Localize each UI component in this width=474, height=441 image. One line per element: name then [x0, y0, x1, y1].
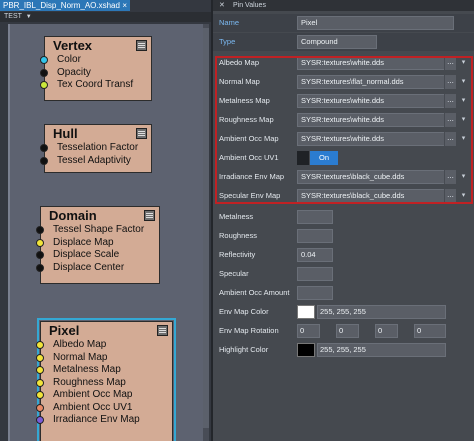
port-ambient-occ-map[interactable]: Ambient Occ Map	[36, 389, 172, 402]
file-tab-label: PBR_IBL_Disp_Norm_AO.xshad	[3, 1, 120, 10]
port-dot[interactable]	[40, 56, 48, 64]
port-displace-scale[interactable]: Displace Scale	[36, 249, 159, 262]
pixel-node-title: Pixel	[49, 323, 80, 338]
port-dot[interactable]	[40, 68, 48, 77]
node-menu-icon[interactable]	[157, 325, 168, 336]
type-field: Compound	[297, 35, 377, 49]
color-swatch[interactable]	[297, 343, 315, 357]
vertex-node[interactable]: Vertex Color Opacity Tex Coord Transf	[40, 36, 152, 101]
graph-tab[interactable]: TEST ▼	[0, 12, 211, 22]
roughness-label: Roughness	[219, 231, 257, 240]
pin-values-header: ✕ Pin Values	[213, 0, 474, 11]
port-dot[interactable]	[36, 238, 44, 247]
port-displace-center[interactable]: Displace Center	[36, 262, 159, 275]
port-normal-map[interactable]: Normal Map	[36, 352, 172, 365]
rotation-z-field[interactable]: 0	[375, 324, 398, 338]
graph-left-border	[8, 24, 10, 441]
specular-row: Specular	[213, 265, 474, 283]
port-roughness-map[interactable]: Roughness Map	[36, 377, 172, 390]
port-dot[interactable]	[36, 378, 44, 387]
port-dot[interactable]	[36, 391, 44, 399]
reflectivity-field[interactable]: 0.04	[297, 248, 333, 262]
port-color[interactable]: Color	[40, 54, 151, 67]
port-dot[interactable]	[36, 226, 44, 234]
port-tessel-shape-factor[interactable]: Tessel Shape Factor	[36, 224, 159, 237]
reflectivity-label: Reflectivity	[219, 250, 256, 259]
port-tessel-adaptivity[interactable]: Tessel Adaptivity	[40, 155, 151, 168]
ambient-occ-amount-label: Ambient Occ Amount	[219, 288, 290, 297]
port-dot[interactable]	[40, 156, 48, 165]
port-opacity[interactable]: Opacity	[40, 67, 151, 80]
close-icon[interactable]: ✕	[219, 0, 225, 11]
rotation-w-field[interactable]: 0	[414, 324, 446, 338]
port-dot[interactable]	[36, 341, 44, 349]
domain-node[interactable]: Domain Tessel Shape Factor Displace Map …	[36, 206, 160, 284]
port-dot[interactable]	[40, 144, 48, 152]
env-map-color-field[interactable]: 255, 255, 255	[317, 305, 446, 319]
highlight-color-label: Highlight Color	[219, 345, 269, 354]
name-row: Name Pixel	[213, 14, 474, 32]
metalness-label: Metalness	[219, 212, 254, 221]
graph-scrollbar-thumb[interactable]	[203, 28, 209, 428]
metalness-row: Metalness	[213, 208, 474, 226]
ambient-occ-amount-field[interactable]	[297, 286, 333, 300]
port-displace-map[interactable]: Displace Map	[36, 237, 159, 250]
color-swatch[interactable]	[297, 305, 315, 319]
highlight-color-row: Highlight Color 255, 255, 255	[213, 341, 474, 359]
port-irradiance-env-map[interactable]: Irradiance Env Map	[36, 414, 172, 427]
file-tab[interactable]: PBR_IBL_Disp_Norm_AO.xshad ×	[0, 0, 130, 11]
domain-node-title: Domain	[49, 208, 97, 223]
port-tex-coord-transf[interactable]: Tex Coord Transf	[40, 79, 151, 92]
highlight-color-field[interactable]: 255, 255, 255	[317, 343, 446, 357]
name-label: Name	[219, 18, 240, 27]
chevron-down-icon[interactable]: ▼	[26, 12, 32, 22]
close-icon[interactable]: ×	[122, 0, 127, 11]
hull-node[interactable]: Hull Tesselation Factor Tessel Adaptivit…	[40, 124, 152, 173]
name-field[interactable]: Pixel	[297, 16, 454, 30]
env-map-color-label: Env Map Color	[219, 307, 269, 316]
port-tesselation-factor[interactable]: Tesselation Factor	[40, 142, 151, 155]
port-metalness-map[interactable]: Metalness Map	[36, 364, 172, 377]
pin-values-title: Pin Values	[233, 2, 266, 9]
roughness-field[interactable]	[297, 229, 333, 243]
rotation-y-field[interactable]: 0	[336, 324, 359, 338]
env-map-color-row: Env Map Color 255, 255, 255	[213, 303, 474, 321]
node-menu-icon[interactable]	[144, 210, 155, 221]
port-dot[interactable]	[40, 81, 48, 89]
specular-field[interactable]	[297, 267, 333, 281]
metalness-field[interactable]	[297, 210, 333, 224]
port-albedo-map[interactable]: Albedo Map	[36, 339, 172, 352]
type-label: Type	[219, 37, 236, 46]
specular-label: Specular	[219, 269, 249, 278]
pixel-node[interactable]: Pixel Albedo Map Normal Map Metalness Ma…	[36, 321, 173, 441]
rotation-x-field[interactable]: 0	[297, 324, 320, 338]
port-dot[interactable]	[36, 416, 44, 424]
node-menu-icon[interactable]	[136, 40, 147, 51]
ambient-occ-amount-row: Ambient Occ Amount	[213, 284, 474, 302]
port-dot[interactable]	[36, 263, 44, 272]
shader-graph-panel: PBR_IBL_Disp_Norm_AO.xshad × TEST ▼ Vert…	[0, 0, 211, 441]
reflectivity-row: Reflectivity 0.04	[213, 246, 474, 264]
env-map-rotation-row: Env Map Rotation 0 0 0 0	[213, 322, 474, 340]
texture-inputs-highlight	[215, 56, 473, 204]
port-dot[interactable]	[36, 403, 44, 412]
port-ambient-occ-uv1[interactable]: Ambient Occ UV1	[36, 402, 172, 415]
type-row: Type Compound	[213, 33, 474, 51]
port-dot[interactable]	[36, 353, 44, 362]
port-dot[interactable]	[36, 251, 44, 259]
env-map-rotation-label: Env Map Rotation	[219, 326, 279, 335]
node-menu-icon[interactable]	[136, 128, 147, 139]
roughness-row: Roughness	[213, 227, 474, 245]
port-dot[interactable]	[36, 366, 44, 374]
graph-tab-label: TEST	[4, 13, 22, 20]
